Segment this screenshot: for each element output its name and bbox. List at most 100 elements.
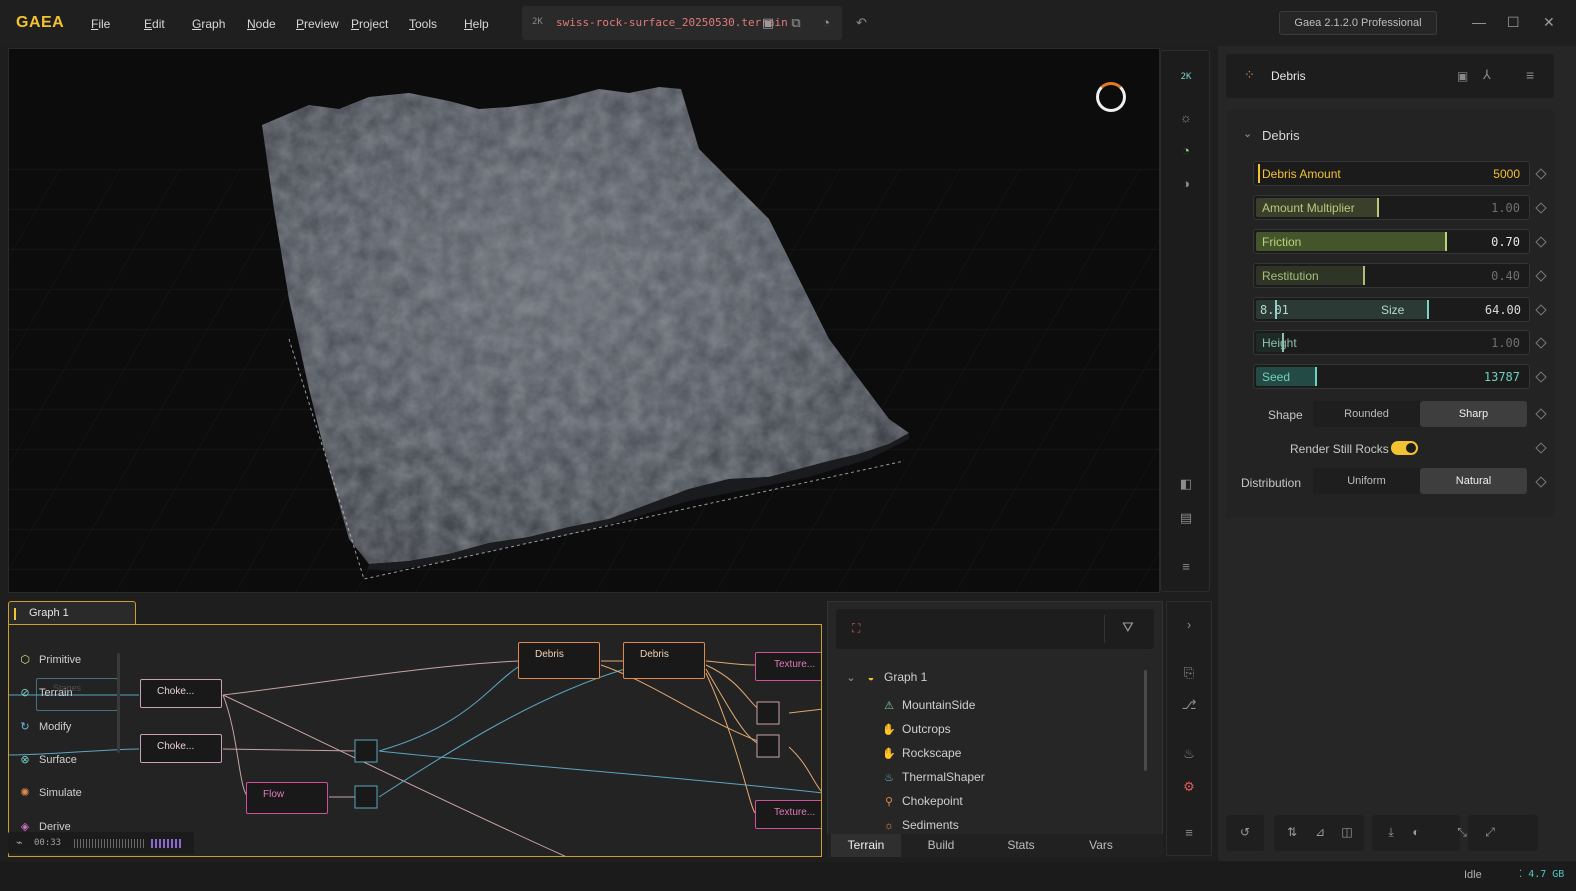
- tree-item[interactable]: ⚠ MountainSide: [882, 698, 975, 712]
- save-icon[interactable]: ▣: [760, 15, 776, 31]
- compare-icon[interactable]: ◫: [1339, 825, 1355, 839]
- distribution-natural-option[interactable]: Natural: [1420, 468, 1527, 494]
- section-title[interactable]: Debris: [1262, 128, 1300, 143]
- tree-item[interactable]: ⚲ Chokepoint: [882, 794, 963, 808]
- graph-tab[interactable]: Graph 1: [8, 601, 136, 625]
- minimize-icon[interactable]: —: [1472, 14, 1486, 30]
- chevron-right-icon[interactable]: ›: [1180, 616, 1198, 634]
- slider-handle[interactable]: [1315, 367, 1317, 386]
- flip-icon[interactable]: ⇅: [1284, 825, 1300, 839]
- file-name[interactable]: swiss-rock-surface_20250530.terrain: [556, 16, 788, 29]
- import-icon[interactable]: ⤓: [1383, 825, 1399, 840]
- slider-handle[interactable]: [1363, 266, 1365, 285]
- tab-terrain[interactable]: Terrain: [831, 834, 901, 857]
- filter-icon[interactable]: ⛛: [1122, 619, 1134, 636]
- document-icon[interactable]: ⎘: [1180, 664, 1198, 682]
- tree-item[interactable]: ☼ Sediments: [882, 818, 959, 832]
- chevron-down-icon[interactable]: ⌄: [1243, 127, 1252, 140]
- node-graph[interactable]: ⬡ Primitive ⊘ Terrain ↻ Modify ⊗ Surface ✺ Si…: [8, 624, 822, 857]
- menu-edit[interactable]: Edit: [144, 17, 165, 31]
- chevron-down-icon[interactable]: ⌄: [844, 671, 858, 684]
- palette-simulate[interactable]: ✺ Simulate: [17, 786, 81, 806]
- history-icon[interactable]: ◔: [818, 15, 834, 31]
- graph-node-debris[interactable]: Debris: [518, 642, 600, 679]
- range-min-value[interactable]: 8.01: [1260, 303, 1289, 317]
- slider-amount-multiplier[interactable]: Amount Multiplier 1.00: [1253, 195, 1530, 220]
- tree-item[interactable]: ✋ Outcrops: [882, 722, 951, 736]
- graph-layout-icon[interactable]: ⎇: [1180, 696, 1198, 714]
- graph-node-texture[interactable]: Texture...: [755, 652, 821, 681]
- slider-value[interactable]: 1.00: [1491, 201, 1520, 215]
- shape-rounded-option[interactable]: Rounded: [1313, 401, 1420, 427]
- split-view-icon[interactable]: ◧: [1177, 475, 1195, 493]
- version-button[interactable]: Gaea 2.1.2.0 Professional: [1279, 11, 1437, 35]
- range-max-value[interactable]: 64.00: [1485, 303, 1521, 317]
- menu-graph[interactable]: Graph: [192, 17, 225, 31]
- explorer-search[interactable]: ⛶ ⛛: [836, 609, 1154, 649]
- slider-handle[interactable]: [1377, 198, 1379, 217]
- bake-icon[interactable]: ♨: [1180, 745, 1198, 763]
- graph-node-chokepoint[interactable]: Choke...: [140, 734, 222, 763]
- engine-icon[interactable]: ⚙: [1180, 778, 1198, 796]
- explorer-scrollbar[interactable]: [1144, 670, 1147, 771]
- port-icon[interactable]: ⅄: [1483, 67, 1491, 83]
- panel-menu-icon[interactable]: ≡: [1526, 67, 1534, 83]
- slope-icon[interactable]: ⊿: [1312, 825, 1328, 839]
- slider-handle[interactable]: [1258, 164, 1260, 183]
- tab-build[interactable]: Build: [901, 834, 981, 857]
- sun-icon[interactable]: ☼: [1177, 109, 1195, 127]
- shape-sharp-option[interactable]: Sharp: [1420, 401, 1527, 427]
- slider-value[interactable]: 13787: [1484, 370, 1520, 384]
- collapse-icon[interactable]: ⤡: [1454, 825, 1470, 840]
- palette-modify[interactable]: ↻ Modify: [17, 720, 71, 740]
- slider-handle[interactable]: [1445, 232, 1447, 251]
- close-icon[interactable]: ✕: [1543, 14, 1555, 31]
- menu-project[interactable]: Project: [351, 17, 388, 31]
- material-icon[interactable]: ◑: [1177, 175, 1195, 193]
- graph-node-chokepoint[interactable]: Choke...: [140, 679, 222, 708]
- layout-icon[interactable]: ▤: [1177, 509, 1195, 527]
- menu-help[interactable]: Help: [464, 17, 489, 31]
- shading-icon[interactable]: ◔: [1177, 142, 1195, 160]
- tree-item[interactable]: ♨ ThermalShaper: [882, 770, 985, 784]
- palette-surface[interactable]: ⊗ Surface: [17, 753, 77, 773]
- resolution-2k-button[interactable]: 2K: [1177, 68, 1195, 86]
- palette-primitive[interactable]: ⬡ Primitive: [17, 653, 81, 673]
- slider-size-range[interactable]: 8.01 Size 64.00: [1253, 297, 1530, 322]
- slider-height[interactable]: Height 1.00: [1253, 330, 1530, 355]
- preview-node-icon[interactable]: ▣: [1457, 69, 1468, 83]
- render-still-rocks-toggle[interactable]: [1391, 441, 1418, 455]
- range-max-handle[interactable]: [1427, 300, 1429, 319]
- tree-item[interactable]: ✋ Rockscape: [882, 746, 961, 760]
- slider-restitution[interactable]: Restitution 0.40: [1253, 263, 1530, 288]
- undo-icon[interactable]: ↶: [856, 15, 867, 31]
- graph-node-debris[interactable]: Debris: [623, 642, 705, 679]
- tree-root-graph[interactable]: ⌄ ◒ Graph 1: [844, 670, 927, 684]
- slider-friction[interactable]: Friction 0.70: [1253, 229, 1530, 254]
- reset-view-icon[interactable]: ↺: [1237, 825, 1253, 839]
- graph-node-flow[interactable]: Flow: [246, 782, 328, 814]
- graph-node-texture[interactable]: Texture...: [755, 800, 821, 829]
- slider-seed[interactable]: Seed 13787: [1253, 364, 1530, 389]
- palette-scrollbar[interactable]: [117, 653, 120, 753]
- slider-value[interactable]: 0.70: [1491, 235, 1520, 249]
- 3d-viewport[interactable]: [8, 48, 1160, 593]
- tab-vars[interactable]: Vars: [1061, 834, 1141, 857]
- viewport-menu-icon[interactable]: ≡: [1177, 558, 1195, 576]
- slider-value[interactable]: 1.00: [1491, 336, 1520, 350]
- slider-debris-amount[interactable]: Debris Amount 5000: [1253, 161, 1530, 186]
- tab-stats[interactable]: Stats: [981, 834, 1061, 857]
- menu-preview[interactable]: Preview: [296, 17, 339, 31]
- menu-node[interactable]: Node: [247, 17, 276, 31]
- expand-icon[interactable]: ⤢: [1482, 825, 1498, 840]
- panel-menu-icon[interactable]: ≡: [1180, 824, 1198, 842]
- slider-value[interactable]: 0.40: [1491, 269, 1520, 283]
- contrast-icon[interactable]: ◐: [1408, 825, 1424, 839]
- menu-tools[interactable]: Tools: [409, 17, 437, 31]
- distribution-uniform-option[interactable]: Uniform: [1313, 468, 1420, 494]
- slider-value[interactable]: 5000: [1493, 167, 1520, 181]
- maximize-icon[interactable]: ☐: [1507, 14, 1520, 31]
- focus-icon[interactable]: ⛶: [852, 621, 860, 636]
- slider-handle[interactable]: [1282, 333, 1284, 352]
- copy-icon[interactable]: ⧉: [788, 15, 804, 31]
